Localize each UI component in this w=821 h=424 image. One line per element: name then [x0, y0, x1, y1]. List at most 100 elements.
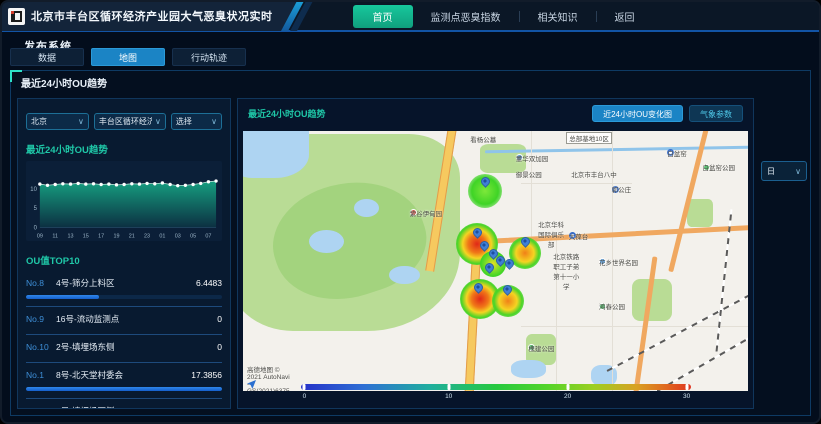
- rank-label: No.1: [26, 370, 50, 380]
- svg-text:21: 21: [129, 234, 135, 240]
- station-name: 1号-填埋场西侧: [56, 405, 115, 409]
- svg-text:05: 05: [190, 234, 196, 240]
- station-name: 16号-流动监测点: [56, 313, 119, 325]
- railway: [647, 321, 749, 391]
- orange-road: [631, 256, 657, 391]
- map-btn-0[interactable]: 近24小时OU变化图: [592, 105, 683, 122]
- app-logo-icon: [8, 8, 25, 25]
- map-label: 郭公庄: [612, 186, 619, 193]
- trend-chart: 0510091113151719212301030507: [26, 161, 222, 241]
- nav-item-1[interactable]: 监测点恶臭指数: [413, 6, 519, 27]
- top10-row-1[interactable]: No.9 16号-流动监测点 0: [26, 307, 222, 335]
- filter-row: 北京∨ 丰台区循环经济产∨ 选择∨: [26, 113, 222, 130]
- progress-bar: [26, 387, 222, 391]
- water-area: [243, 131, 309, 178]
- water-area: [511, 360, 546, 378]
- map-canvas[interactable]: 看杨公墓 总部基地10区 董华双加园 御景公园 北京市丰台八中 白盆窑 白盆窑公…: [243, 131, 748, 391]
- svg-text:0: 0: [34, 226, 38, 232]
- main-panel: 最近24小时OU趋势 北京∨ 丰台区循环经济产∨ 选择∨ 最近24小时OU趋势 …: [10, 70, 811, 416]
- tab-1[interactable]: 地图: [91, 48, 165, 66]
- colorbar-gradient: [301, 384, 691, 390]
- chevron-down-icon: ∨: [155, 117, 161, 126]
- svg-text:15: 15: [83, 234, 89, 240]
- colorbar-tick: [303, 384, 306, 390]
- svg-text:11: 11: [52, 234, 58, 240]
- station-name: 8号-北天堂村委会: [56, 369, 123, 381]
- station-value: 17.3856: [191, 370, 222, 380]
- map-label: 大葆台: [569, 232, 576, 239]
- trend-chart-title: 最近24小时OU趋势: [26, 142, 222, 156]
- top10-list: No.8 4号-筛分上料区 6.4483 No.9 16号-流动监测点 0: [26, 271, 222, 409]
- svg-text:23: 23: [144, 234, 150, 240]
- colorbar-label: 0: [303, 393, 307, 400]
- station-value: 13.6697: [191, 406, 222, 409]
- colorbar-tick: [447, 384, 450, 390]
- app-root: 北京市丰台区循环经济产业园大气恶臭状况实时 首页 监测点恶臭指数 相关知识 返回…: [0, 0, 821, 424]
- svg-text:10: 10: [30, 187, 37, 193]
- park-select[interactable]: 丰台区循环经济产∨: [94, 113, 166, 130]
- svg-text:09: 09: [37, 234, 43, 240]
- top10-row-3[interactable]: No.1 8号-北天堂村委会 17.3856: [26, 363, 222, 399]
- map-panel: 最近24小时OU趋势 近24小时OU变化图 气象参数: [237, 98, 754, 409]
- nav-item-3[interactable]: 返回: [597, 6, 653, 27]
- water-area: [354, 199, 379, 217]
- progress-bar: [26, 295, 99, 299]
- main-road: [464, 256, 481, 391]
- header-brand: 北京市丰台区循环经济产业园大气恶臭状况实时: [2, 1, 299, 31]
- map-label: 槐建公园: [528, 344, 535, 351]
- map-label: 白盆窑: [667, 149, 674, 156]
- minor-road: [521, 326, 748, 327]
- svg-text:01: 01: [159, 234, 165, 240]
- chevron-down-icon: ∨: [211, 117, 217, 126]
- region-select[interactable]: 北京∨: [26, 113, 89, 130]
- progress-track: [26, 295, 222, 299]
- water-area: [309, 230, 344, 253]
- minor-road: [531, 131, 532, 240]
- main-nav: 首页 监测点恶臭指数 相关知识 返回: [353, 5, 653, 28]
- view-tabs: 数据 地图 行动轨迹: [10, 48, 246, 66]
- map-buttons: 近24小时OU变化图 气象参数: [592, 105, 743, 122]
- top10-row-0[interactable]: No.8 4号-筛分上料区 6.4483: [26, 271, 222, 307]
- colorbar-tick: [685, 384, 688, 390]
- tab-2[interactable]: 行动轨迹: [172, 48, 246, 66]
- heat-colorbar: 0 10 20 30: [301, 384, 691, 402]
- svg-text:07: 07: [205, 234, 211, 240]
- map-btn-1[interactable]: 气象参数: [689, 105, 743, 122]
- panel-title: 最近24小时OU趋势: [21, 75, 107, 90]
- svg-text:17: 17: [98, 234, 104, 240]
- trend-chart-container: 0510091113151719212301030507: [26, 161, 222, 241]
- station-select[interactable]: 选择∨: [171, 113, 222, 130]
- nav-item-2[interactable]: 相关知识: [520, 6, 596, 27]
- map-label: 花乡世界名园: [599, 258, 606, 265]
- svg-text:03: 03: [175, 234, 181, 240]
- map-label: 董华双加园: [516, 154, 523, 161]
- colorbar-tick: [566, 384, 569, 390]
- top10-row-4[interactable]: No.2 1号-填埋场西侧 13.6697: [26, 399, 222, 409]
- map-label: 鸿春公园: [599, 303, 606, 310]
- colorbar-label: 20: [564, 393, 571, 400]
- left-panel: 北京∨ 丰台区循环经济产∨ 选择∨ 最近24小时OU趋势 05 10 09 11 13 1…: [17, 98, 231, 409]
- map-panel-title: 最近24小时OU趋势: [248, 107, 326, 120]
- top10-title: OU值TOP10: [26, 253, 222, 267]
- station-value: 6.4483: [196, 278, 222, 288]
- rank-label: No.10: [26, 342, 50, 352]
- svg-text:19: 19: [113, 234, 119, 240]
- chevron-down-icon: ∨: [78, 117, 84, 126]
- rank-label: No.2: [26, 406, 50, 409]
- rank-label: No.8: [26, 278, 50, 288]
- tab-0[interactable]: 数据: [10, 48, 84, 66]
- colorbar-label: 30: [683, 393, 690, 400]
- svg-text:13: 13: [68, 234, 74, 240]
- app-title: 北京市丰台区循环经济产业园大气恶臭状况实时: [31, 8, 273, 24]
- rank-label: No.9: [26, 314, 50, 324]
- map-attribution: 高德地图 © 2021 AutoNavi - GS(2021)6375号: [247, 380, 256, 389]
- top10-row-2[interactable]: No.10 2号-填埋场东侧 0: [26, 335, 222, 363]
- station-name: 4号-筛分上料区: [56, 277, 115, 289]
- colorbar-label: 10: [445, 393, 452, 400]
- railway: [606, 290, 748, 372]
- nav-item-0[interactable]: 首页: [353, 5, 413, 28]
- park-area: [687, 199, 712, 228]
- period-select[interactable]: 日 ∨: [761, 161, 807, 181]
- station-value: 0: [217, 342, 222, 352]
- map-label: 白盆窑公园: [703, 164, 710, 171]
